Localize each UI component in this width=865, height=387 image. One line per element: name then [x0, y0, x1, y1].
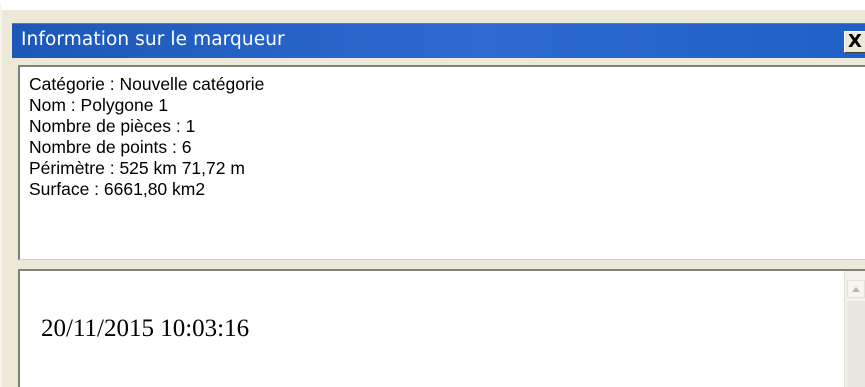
info-surface: Surface : 6661,80 km2 [29, 179, 206, 199]
close-button[interactable]: X [844, 31, 865, 53]
scroll-up-button[interactable] [847, 280, 865, 298]
scroll-thumb[interactable] [847, 301, 865, 387]
vertical-scrollbar[interactable] [844, 271, 865, 387]
scroll-up-arrow-icon [852, 286, 860, 292]
notes-timestamp: 20/11/2015 10:03:16 [41, 315, 250, 342]
info-piece-count: Nombre de pièces : 1 [29, 116, 196, 136]
title-bar[interactable]: Information sur le marqueur X [12, 23, 865, 58]
close-icon: X [848, 31, 862, 52]
info-name: Nom : Polygone 1 [29, 95, 169, 115]
info-point-count: Nombre de points : 6 [29, 137, 192, 157]
marker-info-panel: Catégorie : Nouvelle catégorie Nom : Pol… [18, 65, 865, 260]
notes-text-area[interactable]: 20/11/2015 10:03:16 [18, 269, 865, 387]
window-title: Information sur le marqueur [21, 29, 285, 50]
marker-info-window: Information sur le marqueur X Catégorie … [0, 0, 865, 387]
info-category: Catégorie : Nouvelle catégorie [29, 74, 265, 94]
info-lines: Catégorie : Nouvelle catégorie Nom : Pol… [29, 74, 264, 200]
info-perimeter: Périmètre : 525 km 71,72 m [29, 158, 245, 178]
